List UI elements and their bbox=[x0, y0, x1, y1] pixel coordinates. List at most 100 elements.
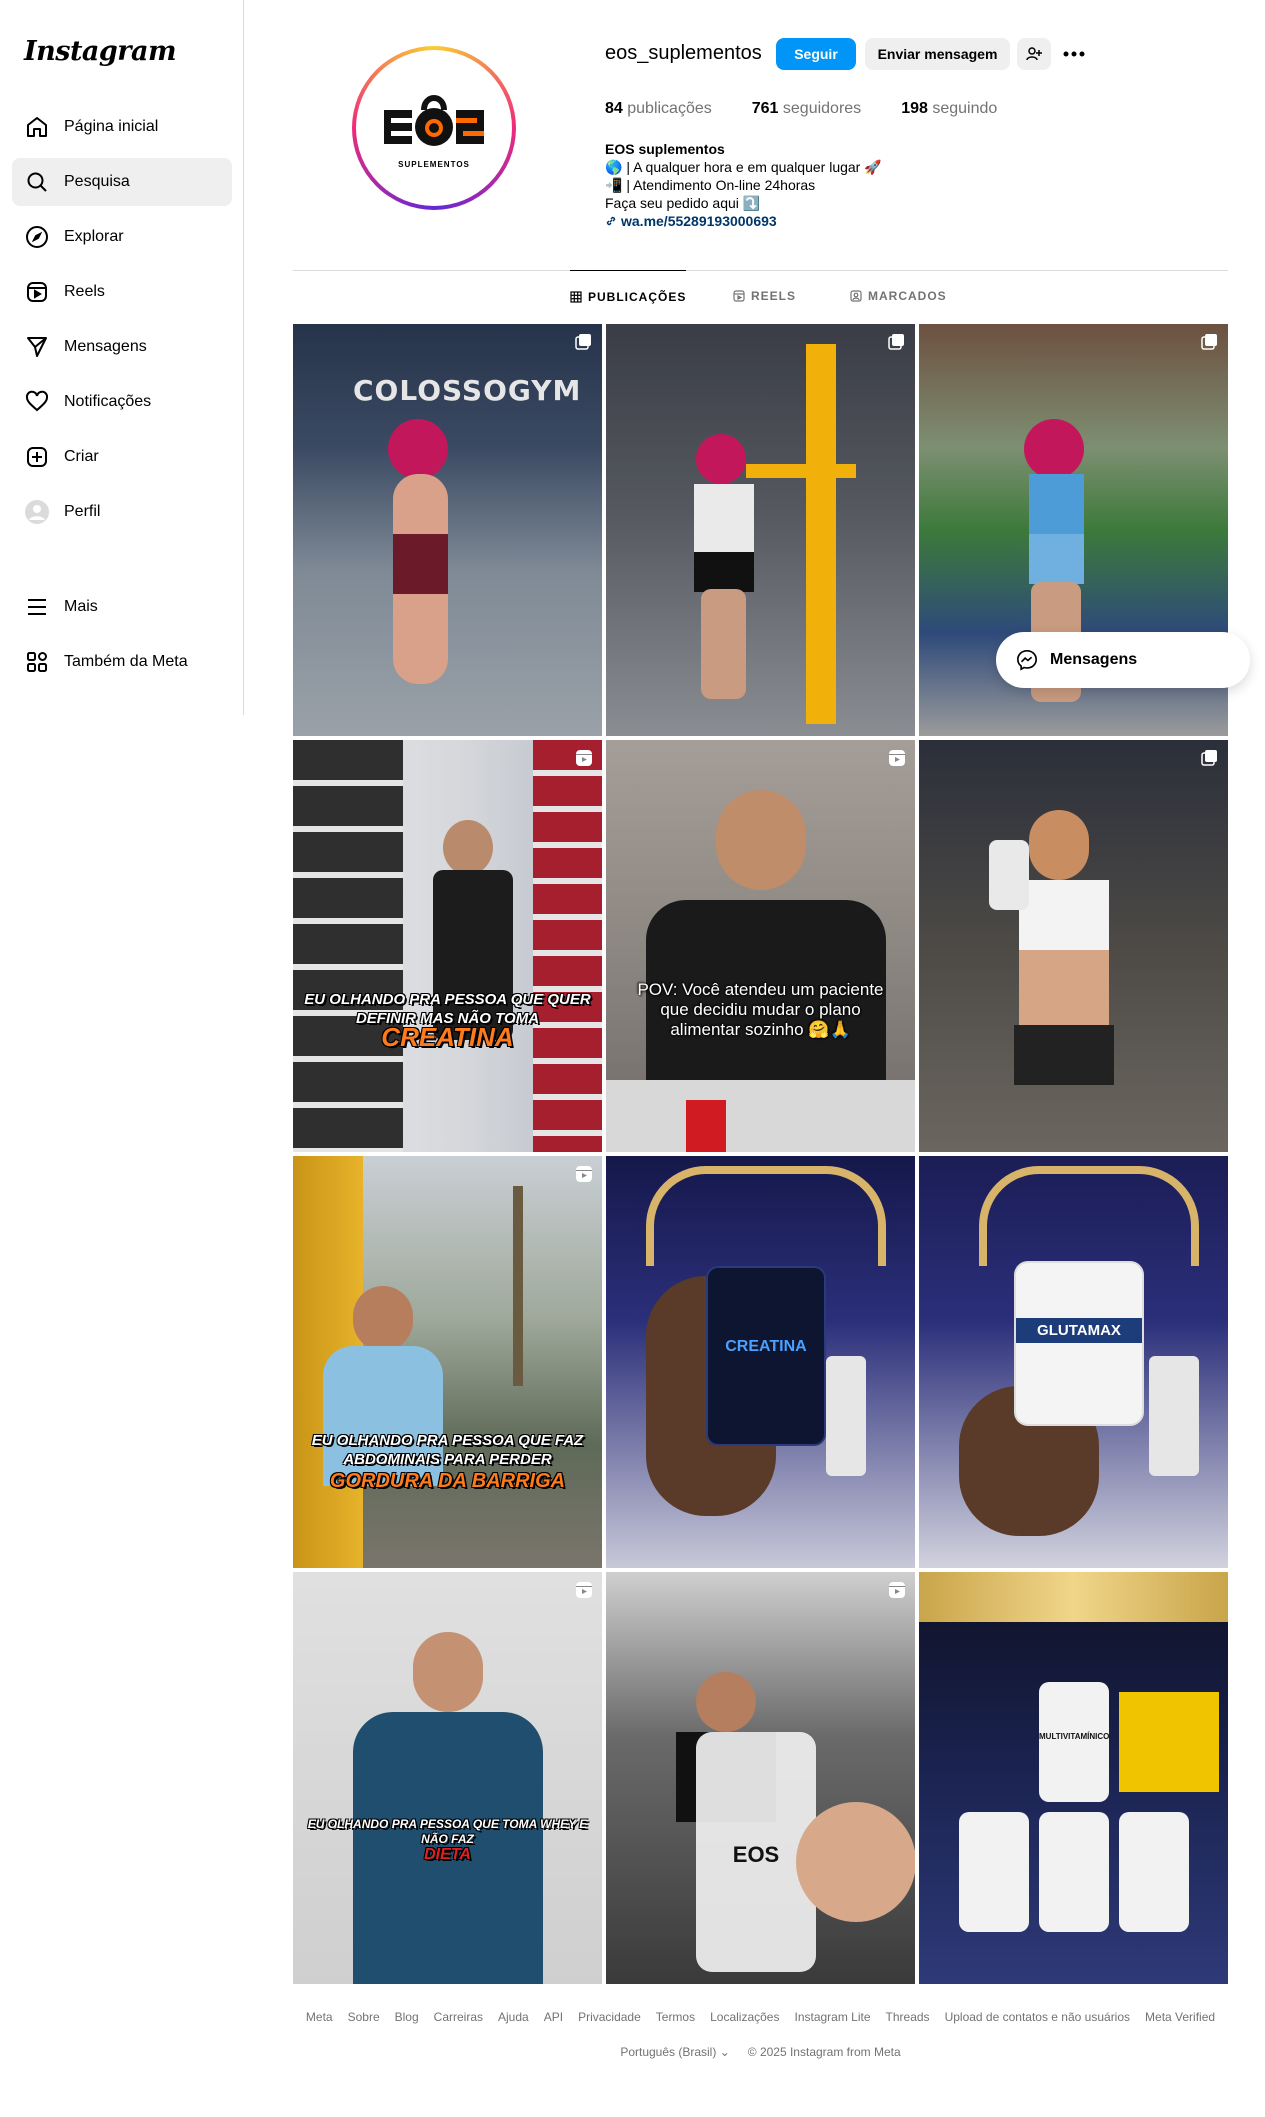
avatar-frame: SUPLEMENTOS bbox=[356, 50, 512, 206]
carousel-icon bbox=[1201, 334, 1217, 350]
bio-link[interactable]: wa.me/55289193000693 bbox=[605, 212, 882, 230]
gym-machine bbox=[806, 344, 836, 724]
post-thumbnail[interactable] bbox=[606, 324, 915, 736]
ellipsis-icon bbox=[1063, 51, 1085, 57]
pov-caption: POV: Você atendeu um paciente que decidi… bbox=[637, 980, 884, 1039]
sidebar-item-messages[interactable]: Mensagens bbox=[12, 323, 232, 371]
overlay-accent: DIETA bbox=[424, 1846, 471, 1863]
eos-logo: SUPLEMENTOS bbox=[360, 54, 508, 202]
instagram-logo[interactable]: Instagram bbox=[24, 36, 177, 67]
sidebar-item-search[interactable]: Pesquisa bbox=[12, 158, 232, 206]
followers-count: 761 bbox=[751, 100, 779, 117]
person-figure bbox=[1014, 1025, 1114, 1085]
tab-label: REELS bbox=[751, 289, 797, 303]
send-message-button[interactable]: Enviar mensagem bbox=[865, 38, 1010, 70]
post-caption-overlay: EU OLHANDO PRA PESSOA QUE QUER DEFINIR M… bbox=[303, 990, 592, 1052]
shelf bbox=[533, 740, 602, 1152]
footer-link[interactable]: Instagram Lite bbox=[794, 2010, 870, 2024]
post-thumbnail[interactable]: CREATINA bbox=[606, 1156, 915, 1568]
person-figure bbox=[696, 1672, 756, 1732]
sidebar-item-label: Também da Meta bbox=[64, 653, 188, 670]
messages-pill-label: Mensagens bbox=[1050, 651, 1138, 668]
add-person-icon bbox=[1026, 47, 1042, 61]
messages-floating-button[interactable]: Mensagens bbox=[996, 632, 1250, 688]
language-selector[interactable]: Português (Brasil) ⌄ bbox=[620, 2045, 729, 2059]
post-thumbnail[interactable]: MULTIVITAMÍNICO bbox=[919, 1572, 1228, 1984]
product-label: CREATINA bbox=[725, 1338, 807, 1355]
person-figure bbox=[716, 790, 806, 890]
meta-apps-icon bbox=[24, 649, 50, 675]
reel-icon bbox=[576, 1166, 592, 1182]
person-figure bbox=[701, 589, 746, 699]
footer-link[interactable]: Ajuda bbox=[498, 2010, 529, 2024]
link-icon bbox=[606, 216, 616, 226]
palm-tree bbox=[513, 1186, 523, 1386]
sidebar-item-profile[interactable]: Perfil bbox=[12, 488, 232, 536]
post-thumbnail[interactable]: EU OLHANDO PRA PESSOA QUE FAZ ABDOMINAIS… bbox=[293, 1156, 602, 1568]
footer-links: Meta Sobre Blog Carreiras Ajuda API Priv… bbox=[293, 2010, 1228, 2024]
footer-link[interactable]: Upload de contatos e não usuários bbox=[945, 2010, 1130, 2024]
footer-link[interactable]: Carreiras bbox=[434, 2010, 483, 2024]
language-label: Português (Brasil) bbox=[620, 2045, 717, 2059]
follow-button[interactable]: Seguir bbox=[776, 38, 856, 70]
product-bottle bbox=[1039, 1682, 1109, 1802]
avatar-tagline: SUPLEMENTOS bbox=[398, 159, 470, 169]
person-figure bbox=[1019, 950, 1109, 1030]
sidebar-item-label: Pesquisa bbox=[64, 173, 130, 190]
product-jar: CREATINA bbox=[706, 1266, 826, 1446]
more-options-button[interactable] bbox=[1057, 38, 1091, 70]
sidebar-item-label: Página inicial bbox=[64, 118, 159, 135]
profile-bio: EOS suplementos 🌎 | A qualquer hora e em… bbox=[605, 140, 882, 230]
tab-posts[interactable]: PUBLICAÇÕES bbox=[570, 270, 687, 322]
followers-stat[interactable]: 761 seguidores bbox=[752, 100, 861, 118]
overlay-accent: CREATINA bbox=[381, 1022, 514, 1052]
sidebar-item-more[interactable]: Mais bbox=[12, 583, 232, 631]
sidebar-item-reels[interactable]: Reels bbox=[12, 268, 232, 316]
sidebar-item-label: Explorar bbox=[64, 228, 124, 245]
footer-link[interactable]: Threads bbox=[886, 2010, 930, 2024]
post-thumbnail[interactable]: POV: Você atendeu um paciente que decidi… bbox=[606, 740, 915, 1152]
reels-icon bbox=[24, 279, 50, 305]
sidebar-item-explore[interactable]: Explorar bbox=[12, 213, 232, 261]
tab-reels[interactable]: REELS bbox=[733, 270, 796, 322]
person-figure bbox=[694, 484, 754, 554]
post-thumbnail[interactable]: COLOSSOGYM bbox=[293, 324, 602, 736]
sidebar-item-label: Perfil bbox=[64, 503, 101, 520]
sidebar-item-create[interactable]: Criar bbox=[12, 433, 232, 481]
posts-grid: COLOSSOGYM EU OLHANDO PRA PESSOA QUE QUE… bbox=[293, 324, 1228, 1984]
sidebar-item-label: Mais bbox=[64, 598, 98, 615]
footer-link[interactable]: Meta bbox=[306, 2010, 333, 2024]
sidebar-item-meta[interactable]: Também da Meta bbox=[12, 638, 232, 686]
post-thumbnail[interactable] bbox=[919, 740, 1228, 1152]
tagged-icon bbox=[850, 290, 862, 302]
profile-avatar[interactable]: SUPLEMENTOS bbox=[352, 46, 516, 210]
sidebar-item-notifications[interactable]: Notificações bbox=[12, 378, 232, 426]
bio-line: Faça seu pedido aqui ⤵️ bbox=[605, 195, 761, 211]
sidebar-item-home[interactable]: Página inicial bbox=[12, 103, 232, 151]
product-bottle bbox=[1119, 1812, 1189, 1932]
tab-tagged[interactable]: MARCADOS bbox=[850, 270, 947, 322]
footer-link[interactable]: API bbox=[544, 2010, 563, 2024]
post-caption-overlay: EU OLHANDO PRA PESSOA QUE FAZ ABDOMINAIS… bbox=[303, 1431, 592, 1493]
footer-link[interactable]: Privacidade bbox=[578, 2010, 641, 2024]
kettlebell-logo-icon bbox=[384, 94, 484, 146]
post-thumbnail[interactable]: EU OLHANDO PRA PESSOA QUE TOMA WHEY E NÃ… bbox=[293, 1572, 602, 1984]
menu-icon bbox=[24, 594, 50, 620]
footer-link[interactable]: Termos bbox=[656, 2010, 695, 2024]
post-thumbnail[interactable]: EOS bbox=[606, 1572, 915, 1984]
posts-count: 84 bbox=[605, 100, 623, 117]
reels-icon bbox=[733, 290, 745, 302]
person-figure bbox=[696, 434, 746, 484]
bio-link-text: wa.me/55289193000693 bbox=[621, 213, 777, 229]
suggested-accounts-button[interactable] bbox=[1017, 38, 1051, 70]
following-stat[interactable]: 198 seguindo bbox=[901, 100, 997, 118]
footer-link[interactable]: Meta Verified bbox=[1145, 2010, 1215, 2024]
footer-link[interactable]: Sobre bbox=[348, 2010, 380, 2024]
reel-icon bbox=[889, 1582, 905, 1598]
post-thumbnail[interactable]: EU OLHANDO PRA PESSOA QUE QUER DEFINIR M… bbox=[293, 740, 602, 1152]
footer-link[interactable]: Localizações bbox=[710, 2010, 779, 2024]
post-thumbnail[interactable]: GLUTAMAX bbox=[919, 1156, 1228, 1568]
sidebar-item-label: Notificações bbox=[64, 393, 152, 410]
footer-link[interactable]: Blog bbox=[395, 2010, 419, 2024]
person-figure bbox=[1024, 419, 1084, 479]
